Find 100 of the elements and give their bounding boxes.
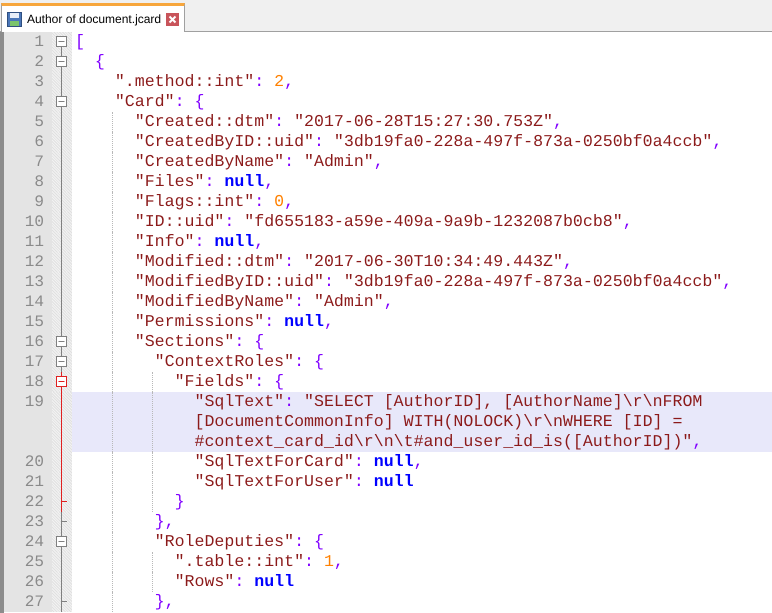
collapse-icon[interactable]	[56, 36, 67, 47]
line-number: 27	[24, 592, 44, 612]
code-string: "3db19fa0-228a-497f-873a-0250bf0a4ccb"	[344, 272, 722, 292]
code-punctuation: ,	[553, 112, 563, 132]
code-punctuation: :	[204, 172, 216, 192]
code-punctuation: :	[274, 112, 286, 132]
code-number: 0	[274, 192, 284, 212]
code-punctuation: :	[294, 292, 306, 312]
code-punctuation: {	[94, 52, 105, 72]
code-key: "ContextRoles"	[75, 352, 294, 372]
line-number: 17	[24, 352, 44, 372]
line-number: 24	[24, 532, 44, 552]
code-keyword: null	[224, 172, 264, 192]
code-punctuation: ,	[692, 432, 702, 452]
close-icon[interactable]	[166, 12, 180, 26]
file-tab[interactable]: Author of document.jcard	[1, 3, 186, 32]
code-string: "2017-06-30T10:34:49.443Z"	[304, 252, 563, 272]
code-punctuation: : {	[234, 332, 264, 352]
code-punctuation: : {	[254, 372, 284, 392]
line-number: 15	[24, 312, 44, 332]
collapse-icon[interactable]	[56, 376, 67, 387]
code-key: "Modified::dtm"	[75, 252, 284, 272]
code-key: "RoleDeputies"	[75, 532, 294, 552]
code-key: "ModifiedByID::uid"	[75, 272, 324, 292]
code-number: 1	[324, 552, 334, 572]
collapse-icon[interactable]	[56, 336, 67, 347]
code-punctuation: ,	[622, 212, 633, 232]
code-keyword: null	[374, 472, 414, 492]
code-string: "Admin"	[304, 152, 374, 172]
line-number: 3	[34, 72, 44, 92]
code-key: "Permissions"	[75, 312, 264, 332]
collapse-icon[interactable]	[56, 356, 67, 367]
code-string: "SELECT [AuthorID], [AuthorName]\r\nFROM	[304, 392, 702, 412]
code-punctuation: ,	[712, 132, 722, 152]
code-punctuation: ,	[284, 72, 294, 92]
code-key: "CreatedByID::uid"	[75, 132, 314, 152]
code-punctuation: :	[264, 312, 276, 332]
code-keyword: null	[214, 232, 254, 252]
code-number: 2	[274, 72, 284, 92]
collapse-icon[interactable]	[56, 56, 67, 67]
line-number: 26	[24, 572, 44, 592]
code-punctuation: :	[254, 192, 266, 212]
code-key: "Sections"	[75, 332, 234, 352]
code-punctuation: ,	[334, 552, 344, 572]
code-key: "Card"	[75, 92, 175, 112]
code-punctuation: :	[284, 392, 296, 412]
code-punctuation: ,	[562, 252, 573, 272]
code-punctuation: : {	[174, 92, 204, 112]
line-number: 5	[34, 112, 44, 132]
code-key: "Fields"	[75, 372, 254, 392]
code-key: "Created::dtm"	[75, 112, 274, 132]
line-number: 19	[24, 392, 44, 413]
collapse-icon[interactable]	[56, 536, 67, 547]
line-number: 10	[24, 212, 44, 232]
code-punctuation: },	[154, 512, 175, 532]
line-number: 2	[34, 52, 44, 72]
code-punctuation: :	[224, 212, 236, 232]
code-key: "Files"	[75, 172, 204, 192]
collapse-icon[interactable]	[56, 96, 67, 107]
line-number: 7	[34, 152, 44, 172]
code-key: "SqlTextForCard"	[75, 452, 354, 472]
code-punctuation: :	[284, 152, 296, 172]
code-string: "Admin"	[314, 292, 384, 312]
line-number: 14	[24, 292, 44, 312]
code-punctuation: },	[154, 592, 175, 612]
code-punctuation: :	[194, 232, 206, 252]
code-punctuation: :	[354, 452, 365, 472]
code-string: "3db19fa0-228a-497f-873a-0250bf0a4ccb"	[334, 132, 712, 152]
code-key: "Rows"	[75, 572, 234, 592]
code-string: #context_card_id\r\n\t#and_user_id_is([AuthorID])"	[193, 432, 692, 452]
line-number: 1	[34, 32, 44, 52]
code-punctuation: ,	[414, 452, 424, 472]
code-punctuation: :	[314, 132, 325, 152]
code-key: "SqlText"	[75, 392, 284, 412]
code-punctuation: ,	[722, 272, 732, 292]
line-number: 6	[34, 132, 44, 152]
code-punctuation: : {	[294, 352, 324, 372]
line-number: 21	[24, 472, 44, 492]
code-punctuation: ,	[374, 152, 384, 172]
code-string: [DocumentCommonInfo] WITH(NOLOCK)\r\nWHERE [ID] =	[193, 412, 682, 432]
code-key: "ID::uid"	[75, 212, 224, 232]
code-string: "2017-06-28T15:27:30.753Z"	[294, 112, 553, 132]
code-key: ".method::int"	[75, 72, 254, 92]
code-string: "fd655183-a59e-409a-9a9b-1232087b0cb8"	[244, 212, 623, 232]
code-keyword: null	[374, 452, 414, 472]
line-number: 25	[24, 552, 44, 572]
line-number: 23	[24, 512, 44, 532]
code-key: "ModifiedByName"	[75, 292, 294, 312]
code-key: "CreatedByName"	[75, 152, 284, 172]
code-punctuation: ,	[384, 292, 394, 312]
code-keyword: null	[284, 312, 324, 332]
code-key: ".table::int"	[75, 552, 304, 572]
code-punctuation: ,	[324, 312, 334, 332]
line-number: 8	[34, 172, 44, 192]
code-punctuation: :	[354, 472, 365, 492]
line-number: 12	[24, 252, 44, 272]
code-key: "SqlTextForUser"	[75, 472, 354, 492]
code-punctuation: ,	[284, 192, 294, 212]
line-number: 13	[24, 272, 44, 292]
line-number: 16	[24, 332, 44, 352]
